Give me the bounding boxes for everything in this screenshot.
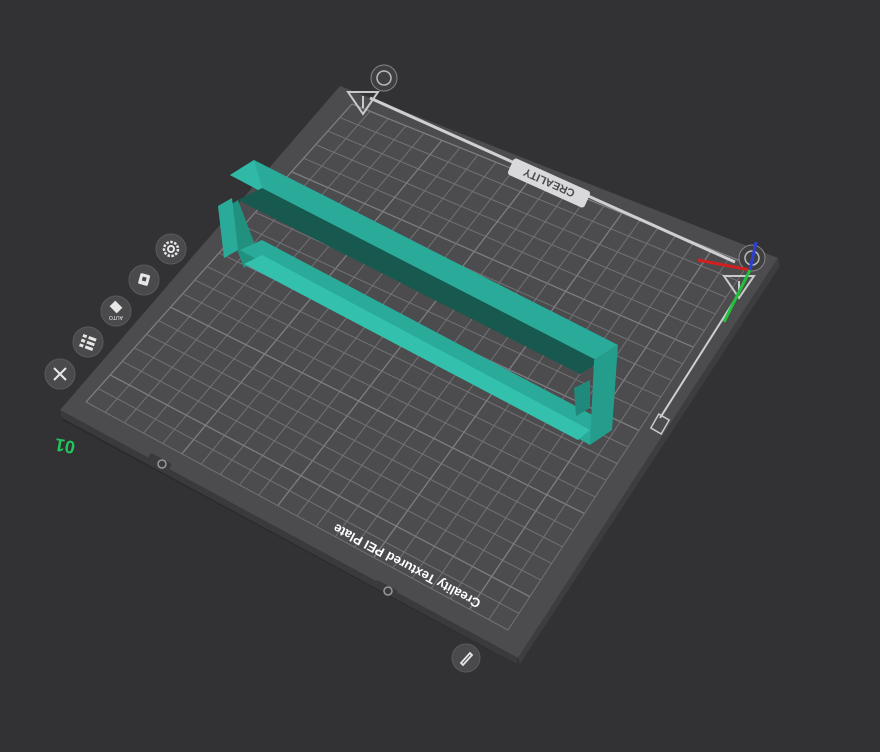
plate-tool-lock[interactable] bbox=[128, 264, 160, 296]
plate-tool-auto-orient[interactable]: AUTO bbox=[100, 295, 132, 327]
plate-tool-settings[interactable] bbox=[155, 233, 187, 265]
auto-orient-label: AUTO bbox=[109, 314, 123, 320]
plate-tool-arrange[interactable] bbox=[72, 326, 104, 358]
build-plate[interactable]: CREALITY Creality Textured PEI Plate bbox=[60, 64, 780, 664]
plate-number: 01 bbox=[53, 434, 76, 457]
plate-tool-edit[interactable] bbox=[451, 643, 481, 673]
3d-viewport[interactable]: CREALITY Creality Textured PEI Plate 01 … bbox=[0, 0, 880, 752]
plate-tool-close[interactable] bbox=[44, 358, 76, 390]
